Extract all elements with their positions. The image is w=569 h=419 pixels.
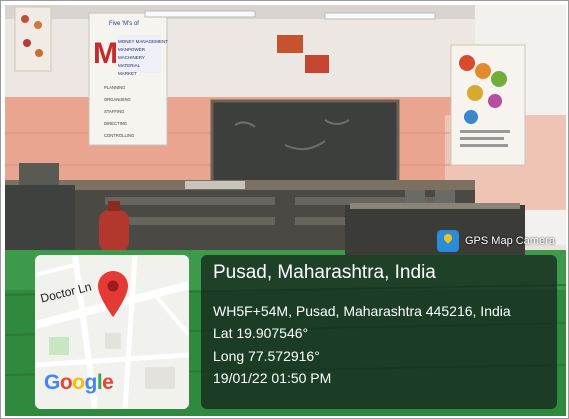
map-thumbnail: Doctor Ln Google: [35, 255, 189, 409]
poster-list-item: MARKET: [118, 71, 137, 76]
location-info-panel: Pusad, Maharashtra, India WH5F+54M, Pusa…: [201, 255, 557, 409]
poster-item: ORGANISING: [104, 97, 131, 102]
poster-list-item: MATERIAL: [118, 63, 141, 68]
poster-list-item: MACHINERY: [118, 55, 145, 60]
location-pin-icon: [96, 269, 130, 319]
location-title: Pusad, Maharashtra, India: [213, 262, 436, 283]
latitude-text: Lat 19.907546°: [213, 325, 309, 341]
gps-map-camera-icon: [437, 230, 459, 252]
google-logo: Google: [44, 371, 114, 394]
screenshot-frame: Five 'M's of M MONEY MANAGEMENT MANPOWER…: [0, 0, 569, 419]
address-text: WH5F+54M, Pusad, Maharashtra 445216, Ind…: [213, 303, 511, 319]
longitude-text: Long 77.572916°: [213, 348, 320, 364]
badge-label: GPS Map Camera: [465, 235, 555, 247]
poster-item: CONTROLLING: [104, 133, 134, 138]
poster-item: PLANNING: [104, 85, 125, 90]
poster-heading: Five 'M's of: [109, 21, 139, 27]
poster-initial: M: [93, 37, 118, 70]
poster-list-item: MONEY MANAGEMENT: [118, 39, 168, 44]
datetime-text: 19/01/22 01:50 PM: [213, 370, 332, 386]
poster-list-item: MANPOWER: [118, 47, 146, 52]
gps-map-camera-badge: GPS Map Camera: [437, 229, 557, 253]
poster-item: DIRECTING: [104, 121, 127, 126]
poster-item: STAFFING: [104, 109, 124, 114]
